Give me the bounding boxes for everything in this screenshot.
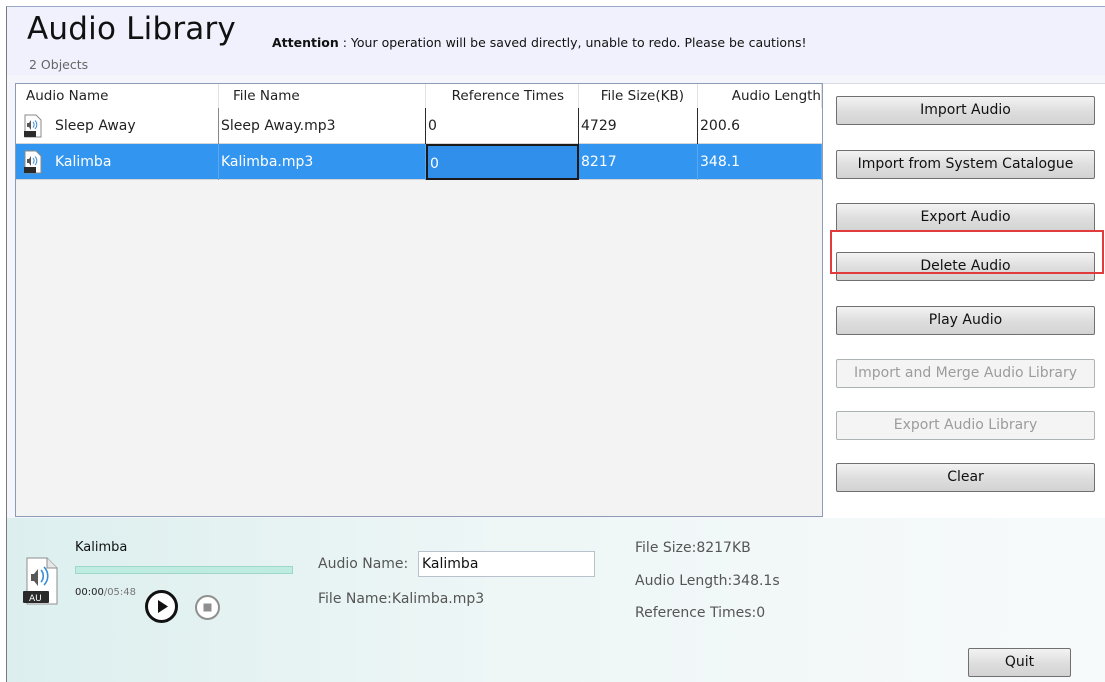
audio-file-large-icon: AU (21, 556, 61, 606)
audio-name-text: Sleep Away (55, 117, 136, 134)
audio-table[interactable]: Audio Name File Name Reference Times Fil… (15, 83, 823, 517)
audio-length-info: Audio Length:348.1s (635, 573, 780, 589)
column-header-audio-name[interactable]: Audio Name (16, 84, 219, 108)
player-time: 00:00/05:48 (75, 587, 136, 598)
audio-file-icon (23, 114, 43, 138)
audio-name-text: Kalimba (55, 153, 112, 170)
cell-file-name: Kalimba.mp3 (219, 143, 426, 180)
attention-text: : Your operation will be saved directly,… (342, 35, 807, 50)
object-count: 2 Objects (29, 57, 89, 72)
page-title: Audio Library (27, 11, 236, 47)
import-audio-button[interactable]: Import Audio (836, 96, 1095, 125)
cell-audio-name: Kalimba (16, 143, 219, 180)
column-header-audio-length[interactable]: Audio Length (698, 84, 822, 108)
import-merge-library-button[interactable]: Import and Merge Audio Library (836, 359, 1095, 388)
cell-file-size: 8217 (579, 143, 698, 180)
attention-label: Attention (272, 35, 339, 50)
detail-panel: AU Kalimba 00:00/05:48 Audio Name: File … (7, 518, 1105, 682)
column-header-file-size[interactable]: File Size(KB) (579, 84, 698, 108)
file-size-info: File Size:8217KB (635, 540, 751, 556)
table-row-selected[interactable]: Kalimba Kalimba.mp3 0 8217 348.1 (16, 143, 822, 180)
player-track-title: Kalimba (75, 540, 128, 555)
cell-file-name: Sleep Away.mp3 (219, 107, 426, 144)
audio-library-window: Audio Library Attention : Your operation… (6, 6, 1105, 682)
cell-audio-length: 348.1 (698, 143, 822, 180)
cell-audio-length: 200.6 (700, 117, 741, 134)
time-total: /05:48 (103, 587, 137, 598)
annotation-highlight-box (830, 230, 1104, 274)
cell-file-size: 4729 (579, 107, 698, 144)
action-panel: Import Audio Import from System Catalogu… (823, 83, 1105, 519)
icon-badge-text: AU (29, 594, 42, 604)
column-header-reference-times[interactable]: Reference Times (426, 84, 579, 108)
cell-audio-name: Sleep Away (16, 107, 219, 144)
play-button[interactable] (145, 590, 178, 623)
cell-reference-times[interactable]: 0 (426, 107, 579, 144)
header: Audio Library Attention : Your operation… (7, 7, 1105, 75)
audio-name-input[interactable] (418, 551, 595, 577)
time-current: 00:00 (75, 587, 104, 598)
play-icon (158, 600, 168, 613)
file-name-info: File Name:Kalimba.mp3 (318, 591, 485, 607)
table-header: Audio Name File Name Reference Times Fil… (16, 84, 822, 108)
stop-button[interactable] (195, 595, 220, 620)
audio-file-icon (23, 150, 43, 174)
import-system-catalogue-button[interactable]: Import from System Catalogue (836, 150, 1095, 179)
attention-notice: Attention : Your operation will be saved… (272, 35, 807, 50)
reference-times-info: Reference Times:0 (635, 605, 766, 621)
audio-name-label: Audio Name: (318, 556, 409, 572)
column-header-file-name[interactable]: File Name (219, 84, 426, 108)
export-audio-button[interactable]: Export Audio (836, 203, 1095, 232)
table-row[interactable]: Sleep Away Sleep Away.mp3 0 4729 200.6 (16, 107, 822, 144)
stop-icon (203, 603, 212, 612)
clear-button[interactable]: Clear (836, 463, 1095, 492)
play-audio-button[interactable]: Play Audio (836, 306, 1095, 335)
cell-reference-times[interactable]: 0 (426, 143, 579, 180)
quit-button[interactable]: Quit (968, 648, 1071, 677)
export-library-button[interactable]: Export Audio Library (836, 411, 1095, 440)
player-progress-bar[interactable] (75, 566, 293, 574)
